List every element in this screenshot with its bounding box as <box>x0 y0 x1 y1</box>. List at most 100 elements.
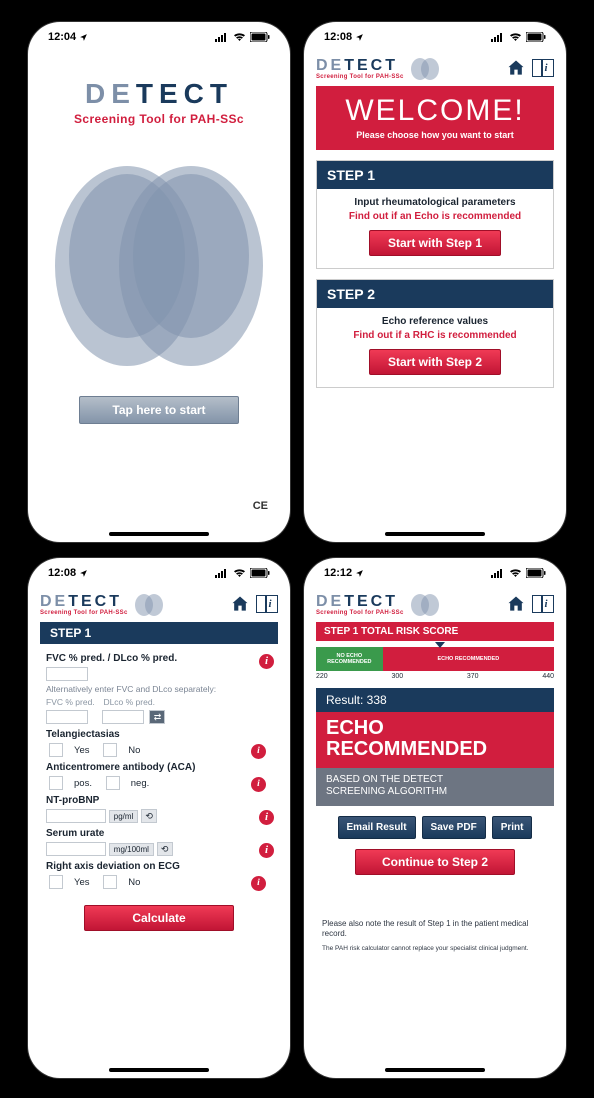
ntprobnp-input[interactable] <box>46 809 106 823</box>
footnote: Please also note the result of Step 1 in… <box>322 919 548 939</box>
welcome-title: WELCOME! <box>322 94 548 128</box>
dlco-input[interactable] <box>102 710 144 724</box>
aca-label: Anticentromere antibody (ACA) <box>46 762 195 773</box>
lungs-icon <box>410 56 440 80</box>
step1-desc: Input rheumatological parameters <box>327 197 543 208</box>
signal-icon <box>491 568 505 578</box>
status-right <box>215 32 270 42</box>
header: DETECT Screening Tool for PAH-SSc i <box>304 588 566 622</box>
phone-result: 12:12 DETECT Screening Tool for PAH-SSc … <box>304 558 566 1078</box>
location-icon <box>79 569 88 578</box>
home-indicator <box>109 1068 209 1072</box>
start-button[interactable]: Tap here to start <box>79 396 239 424</box>
tick: 440 <box>542 673 554 680</box>
app-tagline: Screening Tool for PAH-SSc <box>38 112 280 126</box>
home-indicator <box>385 532 485 536</box>
clock: 12:08 <box>324 31 352 43</box>
scale-red: ECHO RECOMMENDED <box>383 647 554 671</box>
location-icon <box>355 569 364 578</box>
info-icon[interactable]: i <box>251 744 266 759</box>
score-header: STEP 1 TOTAL RISK SCORE <box>316 622 554 641</box>
result-value: Result: 338 <box>316 688 554 712</box>
step2-hint: Find out if a RHC is recommended <box>327 330 543 341</box>
aca-pos-input[interactable] <box>49 776 63 790</box>
aca-neg-input[interactable] <box>106 776 120 790</box>
wifi-icon <box>509 32 522 42</box>
step1-hint: Find out if an Echo is recommended <box>327 211 543 222</box>
swap-icon[interactable]: ⇄ <box>149 710 165 724</box>
fvc-dlco-input[interactable] <box>46 667 88 681</box>
start-step1-button[interactable]: Start with Step 1 <box>369 230 501 256</box>
fvc-input[interactable] <box>46 710 88 724</box>
swap-icon[interactable]: ⟲ <box>141 809 157 823</box>
step1-header: STEP 1 <box>40 622 278 644</box>
header: DETECT Screening Tool for PAH-SSc i <box>304 52 566 86</box>
header-tagline: Screening Tool for PAH-SSc <box>40 610 128 616</box>
wifi-icon <box>233 568 246 578</box>
status-bar: 12:08 <box>304 22 566 52</box>
urate-unit: mg/100ml <box>109 843 154 856</box>
header-logo: DETECT <box>40 593 128 611</box>
info-icon[interactable]: i <box>251 777 266 792</box>
info-icon[interactable]: i <box>251 876 266 891</box>
disclaimer: The PAH risk calculator cannot replace y… <box>322 945 548 952</box>
lungs-icon <box>134 592 164 616</box>
location-icon <box>355 33 364 42</box>
app-logo: DETECT <box>38 78 280 110</box>
welcome-sub: Please choose how you want to start <box>322 130 548 140</box>
continue-button[interactable]: Continue to Step 2 <box>355 849 515 875</box>
result-box: ECHO RECOMMENDED <box>316 712 554 768</box>
calculate-button[interactable]: Calculate <box>84 905 234 931</box>
home-icon[interactable] <box>506 594 526 614</box>
home-indicator <box>385 1068 485 1072</box>
tick: 300 <box>391 673 403 680</box>
ntprobnp-unit: pg/ml <box>109 810 139 823</box>
header-logo: DETECT <box>316 593 404 611</box>
print-button[interactable]: Print <box>492 816 533 839</box>
signal-icon <box>215 32 229 42</box>
result-sub: BASED ON THE DETECT SCREENING ALGORITHM <box>316 768 554 806</box>
info-icon[interactable]: i <box>532 595 554 613</box>
battery-icon <box>250 568 270 578</box>
step1-head: STEP 1 <box>317 161 553 189</box>
phone-form: 12:08 DETECT Screening Tool for PAH-SSc … <box>28 558 290 1078</box>
telangiectasias-label: Telangiectasias <box>46 729 120 740</box>
battery-icon <box>526 568 546 578</box>
step2-card: STEP 2 Echo reference values Find out if… <box>316 279 554 388</box>
start-step2-button[interactable]: Start with Step 2 <box>369 349 501 375</box>
status-bar: 12:04 <box>28 22 290 52</box>
welcome-banner: WELCOME! Please choose how you want to s… <box>316 86 554 150</box>
tel-yes-input[interactable] <box>49 743 63 757</box>
swap-icon[interactable]: ⟲ <box>157 842 173 856</box>
location-icon <box>79 33 88 42</box>
clock: 12:12 <box>324 567 352 579</box>
home-icon[interactable] <box>506 58 526 78</box>
clock: 12:08 <box>48 567 76 579</box>
urate-input[interactable] <box>46 842 106 856</box>
signal-icon <box>491 32 505 42</box>
save-pdf-button[interactable]: Save PDF <box>422 816 486 839</box>
ecg-yes-input[interactable] <box>49 875 63 889</box>
tel-no-input[interactable] <box>103 743 117 757</box>
email-button[interactable]: Email Result <box>338 816 416 839</box>
tick: 220 <box>316 673 328 680</box>
fvc-dlco-label: FVC % pred. / DLco % pred. <box>46 653 177 664</box>
alt-label: Alternatively enter FVC and DLco separat… <box>46 684 274 694</box>
info-icon[interactable]: i <box>532 59 554 77</box>
ecg-no-input[interactable] <box>103 875 117 889</box>
info-icon[interactable]: i <box>256 595 278 613</box>
wifi-icon <box>509 568 522 578</box>
ce-mark: CE <box>253 500 268 512</box>
ecg-label: Right axis deviation on ECG <box>46 861 180 872</box>
info-icon[interactable]: i <box>259 654 274 669</box>
info-icon[interactable]: i <box>259 810 274 825</box>
info-icon[interactable]: i <box>259 843 274 858</box>
phone-welcome: 12:08 DETECT Screening Tool for PAH-SSc … <box>304 22 566 542</box>
signal-icon <box>215 568 229 578</box>
lungs-icon <box>410 592 440 616</box>
status-bar: 12:08 <box>28 558 290 588</box>
battery-icon <box>526 32 546 42</box>
home-icon[interactable] <box>230 594 250 614</box>
home-indicator <box>109 532 209 536</box>
step2-head: STEP 2 <box>317 280 553 308</box>
